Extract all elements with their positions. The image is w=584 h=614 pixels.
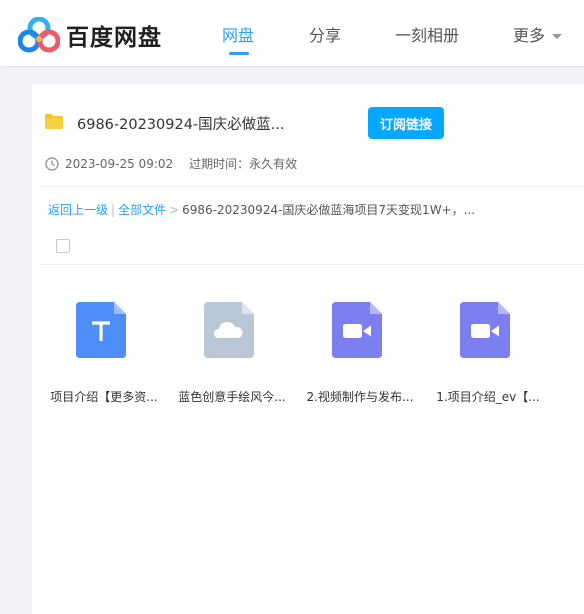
breadcrumb: 返回上一级 | 全部文件 >6986-20230924-国庆必做蓝海项目7天变现1W+…: [48, 201, 475, 218]
top-navigation-bar: 百度网盘 网盘 分享 一刻相册 更多: [0, 0, 584, 66]
brand-name[interactable]: 百度网盘: [66, 18, 162, 52]
file-name: 蓝色创意手绘风今...: [178, 390, 286, 404]
nav-tab-share[interactable]: 分享: [309, 22, 341, 46]
subscribe-link-button[interactable]: 订阅链接: [368, 107, 444, 139]
share-date: 2023-09-25 09:02: [65, 156, 174, 171]
file-name: 项目介绍【更多资...: [50, 390, 158, 404]
breadcrumb-all-files-link[interactable]: 全部文件: [118, 203, 166, 217]
video-file-icon: [332, 302, 382, 358]
breadcrumb-separator: |: [111, 203, 116, 217]
share-title: 6986-20230924-国庆必做蓝...: [77, 117, 285, 133]
file-name: 2.视频制作与发布...: [306, 390, 414, 404]
breadcrumb-back-link[interactable]: 返回上一级: [48, 203, 108, 217]
divider: [40, 186, 584, 187]
folder-icon: [45, 114, 63, 129]
nav-tab-album[interactable]: 一刻相册: [395, 22, 459, 46]
select-all-checkbox[interactable]: [56, 239, 70, 253]
clock-icon: [45, 156, 59, 171]
file-name: 1.项目介绍_ev【...: [436, 390, 540, 404]
text-file-icon: [76, 302, 126, 358]
nav-tab-more-label: 更多: [513, 26, 546, 45]
cloud-file-icon: [204, 302, 254, 358]
share-meta: 2023-09-25 09:02 过期时间：永久有效: [45, 155, 297, 172]
breadcrumb-separator: >: [169, 203, 180, 217]
video-file-icon: [460, 302, 510, 358]
nav-tab-netdisk[interactable]: 网盘: [222, 22, 254, 46]
active-tab-indicator: [229, 52, 249, 55]
breadcrumb-current-folder: 6986-20230924-国庆必做蓝海项目7天变现1W+，...: [182, 203, 476, 217]
baidu-netdisk-logo-icon[interactable]: [18, 17, 60, 53]
divider: [40, 264, 584, 265]
nav-tab-more[interactable]: 更多: [513, 22, 563, 46]
share-panel: 6986-20230924-国庆必做蓝... 订阅链接 2023-09-25 0…: [32, 84, 584, 614]
chevron-down-icon: [552, 33, 563, 39]
expire-time: 过期时间：永久有效: [189, 157, 298, 171]
